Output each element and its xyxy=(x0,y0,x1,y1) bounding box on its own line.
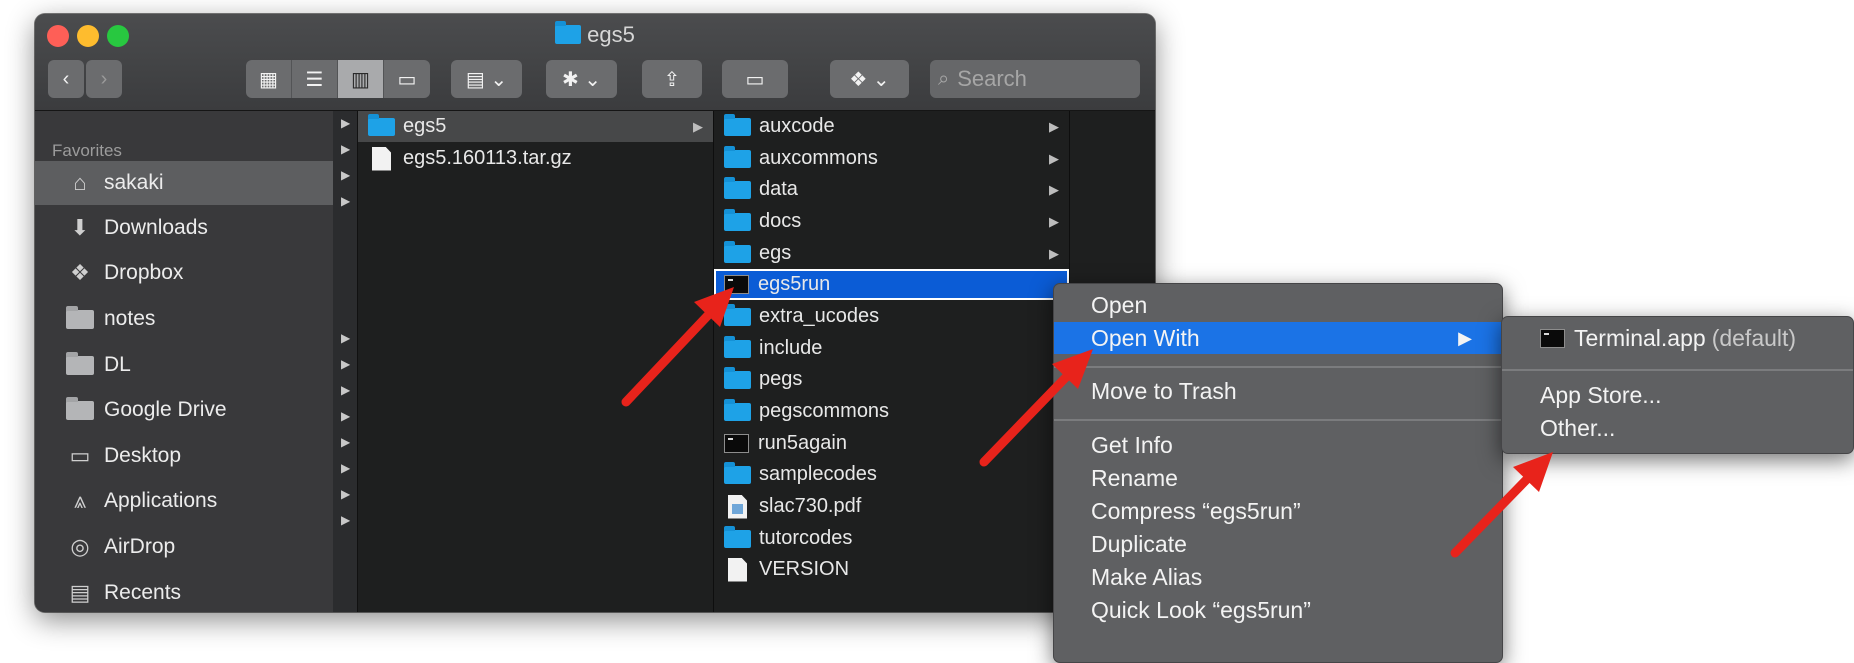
annotation-arrow-open-with xyxy=(979,349,1093,467)
annotation-arrows xyxy=(621,287,1553,558)
annotation-arrow-egs5run xyxy=(621,287,734,407)
annotation-arrow-other xyxy=(1450,452,1553,558)
